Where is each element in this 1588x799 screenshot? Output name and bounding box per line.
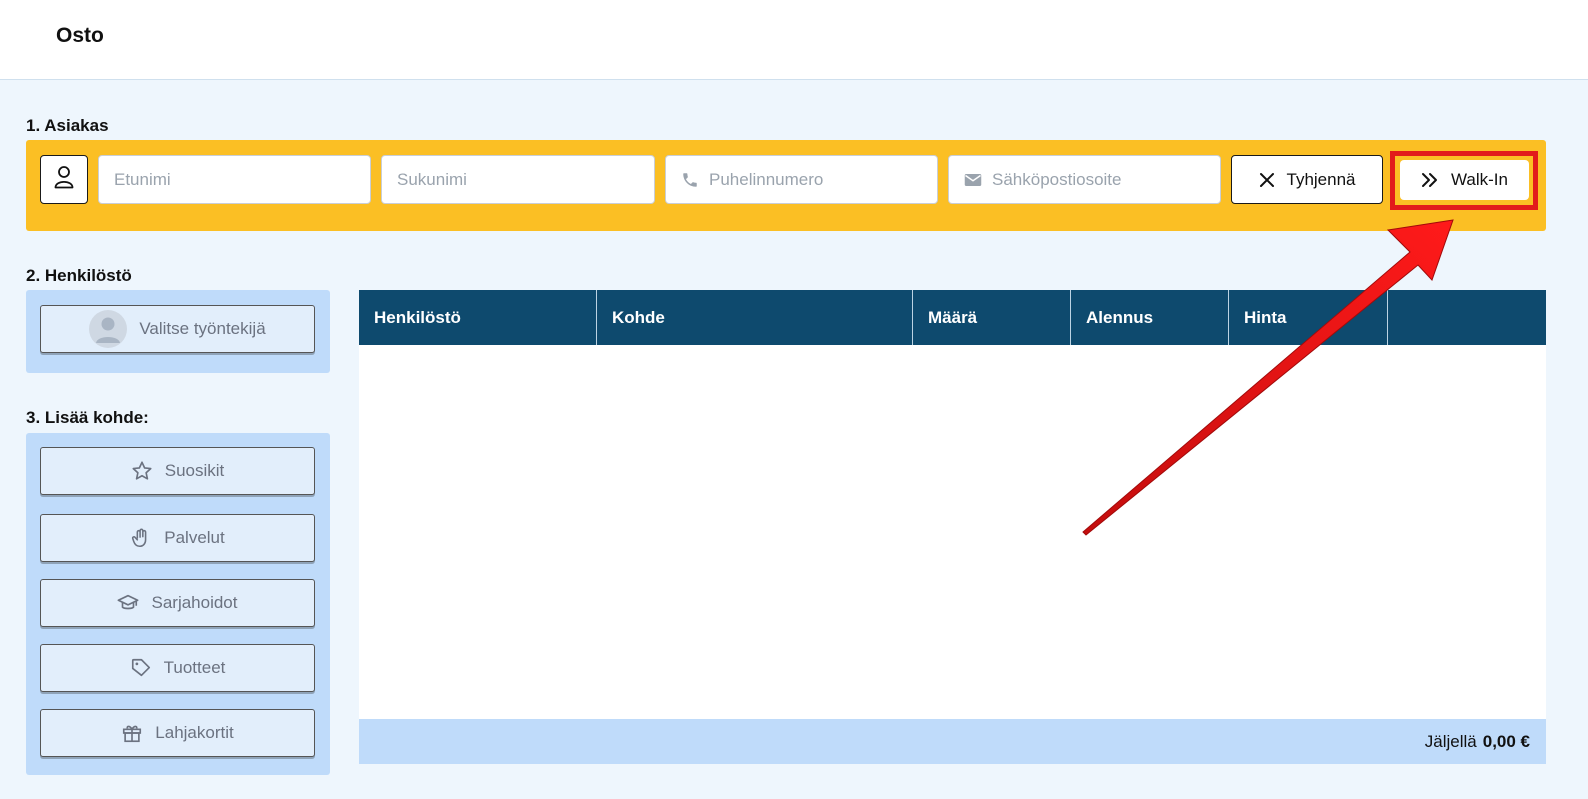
- select-employee-label: Valitse työntekijä: [139, 319, 266, 338]
- column-header-discount: Alennus: [1071, 290, 1229, 345]
- hand-icon: [130, 527, 152, 549]
- last-name-field[interactable]: Sukunimi: [381, 155, 655, 204]
- remaining-amount: 0,00 €: [1482, 731, 1530, 751]
- staff-panel: Valitse työntekijä: [26, 290, 330, 373]
- gift-icon: [121, 722, 143, 744]
- column-header-quantity: Määrä: [913, 290, 1071, 345]
- column-header-item: Kohde: [597, 290, 913, 345]
- series-button[interactable]: Sarjahoidot: [40, 579, 315, 627]
- favorites-label: Suosikit: [164, 461, 225, 480]
- customer-bar: Etunimi Sukunimi Puhelinnumero Sähköpost…: [26, 140, 1546, 231]
- first-name-placeholder: Etunimi: [114, 169, 171, 189]
- services-label: Palvelut: [164, 528, 225, 547]
- phone-placeholder: Puhelinnumero: [709, 169, 824, 189]
- customer-select-button[interactable]: [40, 155, 88, 204]
- top-bar: Osto: [0, 0, 1588, 80]
- tag-icon: [130, 657, 152, 679]
- email-placeholder: Sähköpostiosoite: [992, 169, 1122, 189]
- column-header-staff: Henkilöstö: [359, 290, 597, 345]
- products-label: Tuotteet: [163, 658, 226, 677]
- section-staff-label: 2. Henkilöstö: [26, 266, 132, 285]
- table-header: Henkilöstö Kohde Määrä Alennus Hinta: [359, 290, 1546, 345]
- remaining-label: Jäljellä: [1424, 731, 1477, 751]
- table-footer: Jäljellä 0,00 €: [359, 719, 1546, 764]
- close-icon: [1259, 172, 1275, 188]
- graduation-cap-icon: [117, 592, 139, 614]
- select-employee-button[interactable]: Valitse työntekijä: [40, 305, 315, 353]
- last-name-placeholder: Sukunimi: [397, 169, 467, 189]
- giftcards-label: Lahjakortit: [155, 723, 234, 742]
- email-field[interactable]: Sähköpostiosoite: [948, 155, 1221, 204]
- giftcards-button[interactable]: Lahjakortit: [40, 709, 315, 757]
- person-icon: [54, 165, 74, 194]
- section-add-item-label: 3. Lisää kohde:: [26, 408, 149, 427]
- phone-icon: [681, 171, 699, 189]
- page-title: Osto: [56, 24, 104, 47]
- section-customer-label: 1. Asiakas: [26, 116, 109, 135]
- clear-button[interactable]: Tyhjennä: [1231, 155, 1383, 204]
- walkin-highlight-box: [1390, 151, 1538, 210]
- mail-icon: [964, 172, 982, 188]
- column-header-actions: [1388, 290, 1546, 345]
- products-button[interactable]: Tuotteet: [40, 644, 315, 692]
- column-header-price: Hinta: [1229, 290, 1388, 345]
- services-button[interactable]: Palvelut: [40, 514, 315, 562]
- series-label: Sarjahoidot: [151, 593, 238, 612]
- favorites-button[interactable]: Suosikit: [40, 447, 315, 495]
- first-name-field[interactable]: Etunimi: [98, 155, 371, 204]
- star-icon: [131, 460, 153, 482]
- avatar-icon: [89, 310, 128, 348]
- phone-field[interactable]: Puhelinnumero: [665, 155, 938, 204]
- items-table: Henkilöstö Kohde Määrä Alennus Hinta Jäl…: [359, 290, 1546, 764]
- add-item-panel: Suosikit Palvelut Sarjahoidot Tuotteet L…: [26, 433, 330, 775]
- clear-button-label: Tyhjennä: [1286, 169, 1356, 189]
